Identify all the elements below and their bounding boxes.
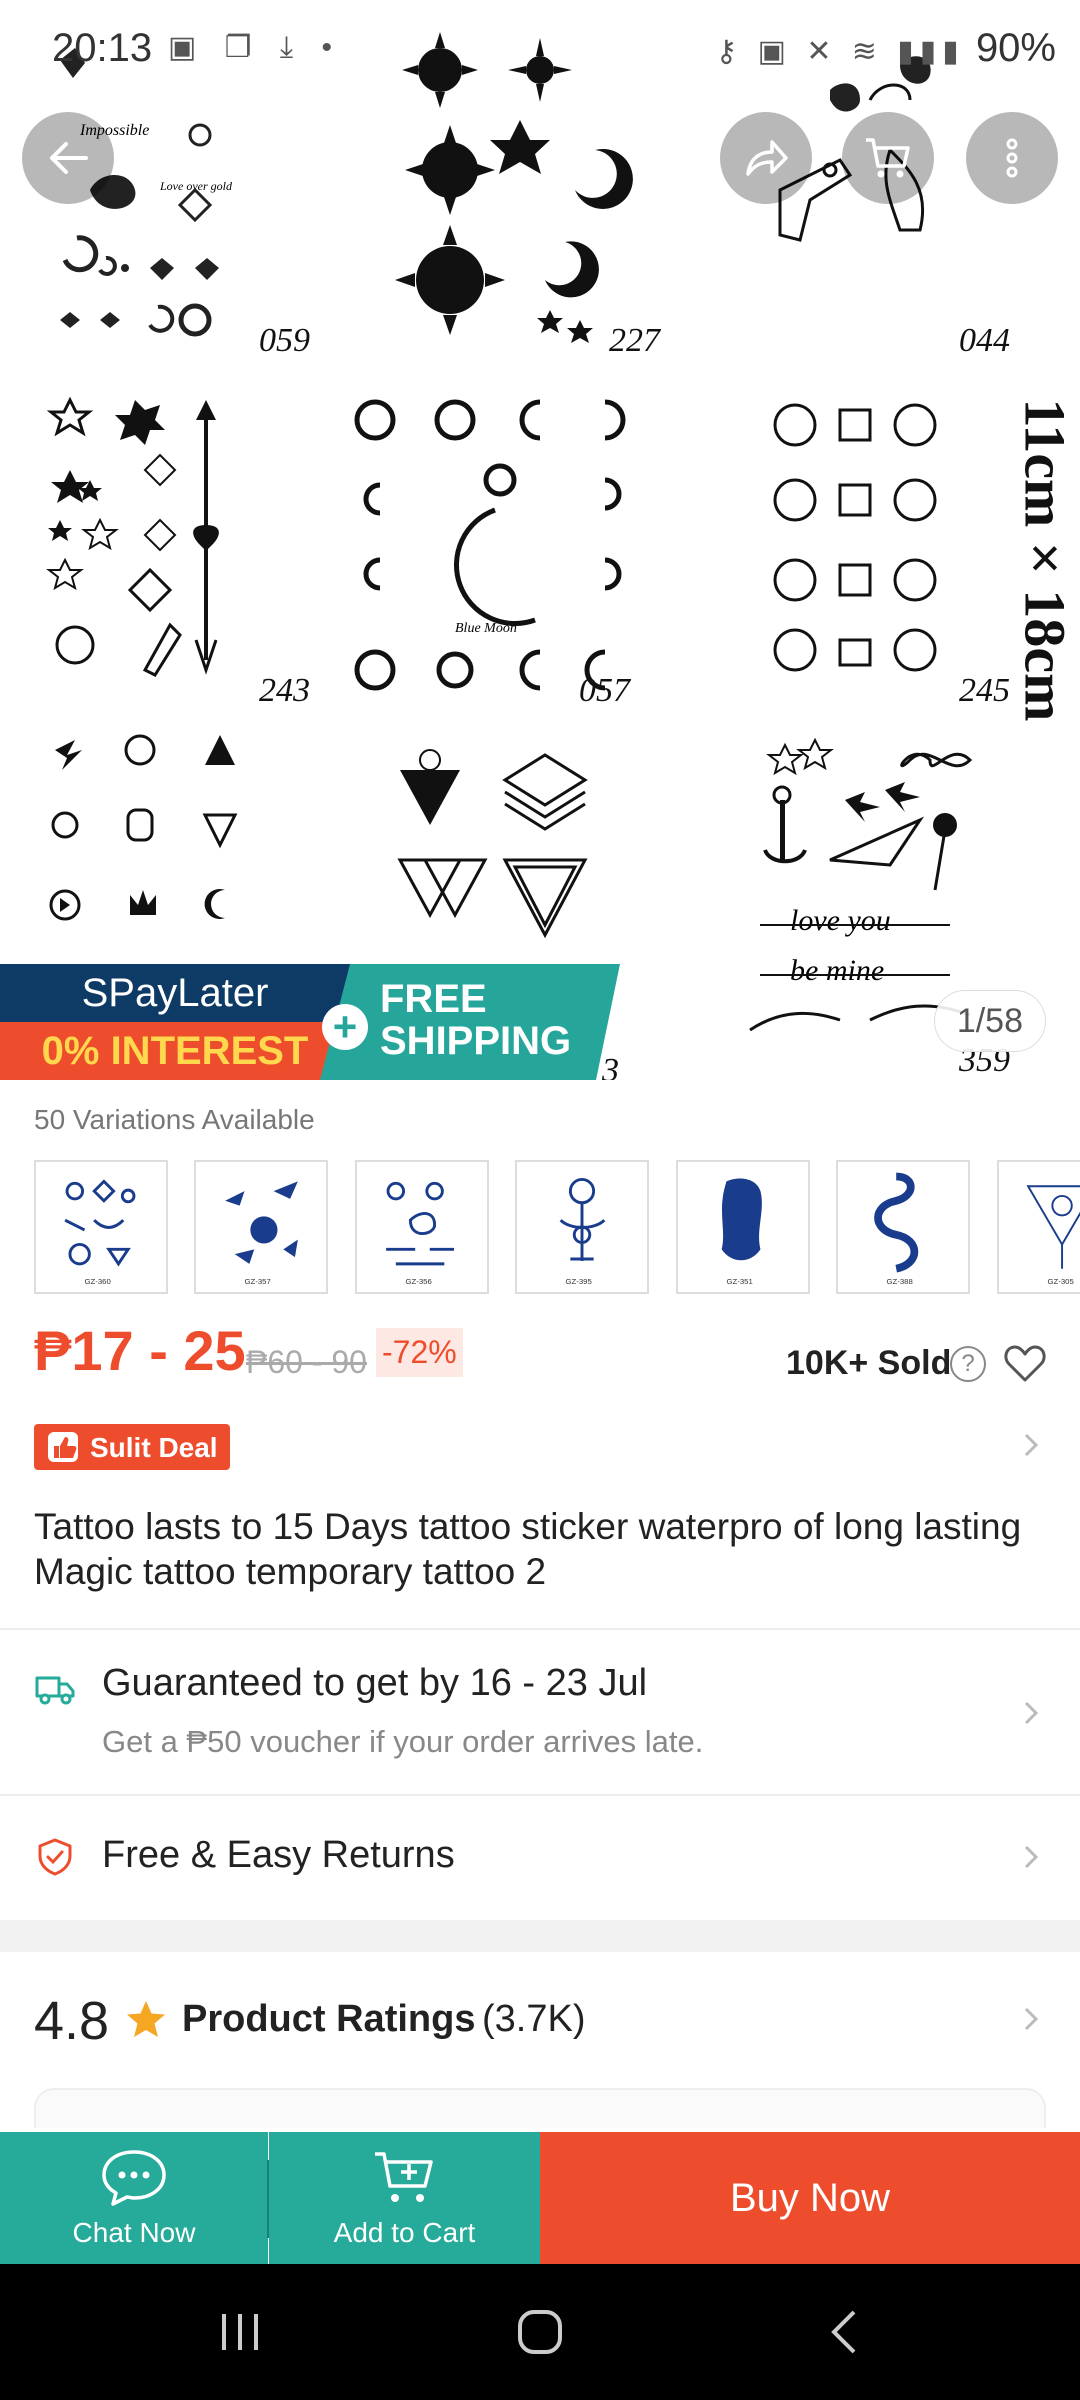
cart-icon xyxy=(866,138,910,178)
variation-code: GZ-388 xyxy=(887,1277,913,1286)
variation-code: GZ-305 xyxy=(1047,1277,1073,1286)
system-icons: ⚷ ▣ ✕ ≋ ▮▮▮ xyxy=(715,35,965,68)
divider xyxy=(0,1794,1080,1796)
ratings-count: (3.7K) xyxy=(482,1998,586,2040)
variation-thumbnails: GZ-360 GZ-357 GZ-356 GZ-395 GZ-351 GZ-38… xyxy=(34,1160,1080,1294)
thumbs-up-icon xyxy=(48,1432,78,1462)
variation-thumbnail[interactable]: GZ-388 xyxy=(836,1160,971,1294)
variation-thumbnail[interactable]: GZ-357 xyxy=(194,1160,329,1294)
promo-banner: SPayLater 0% INTEREST FREE SHIPPING + xyxy=(0,964,620,1080)
deal-chevron[interactable] xyxy=(1016,1430,1046,1460)
cart-button[interactable] xyxy=(842,112,934,204)
chevron-right-icon xyxy=(1024,1845,1039,1869)
help-icon[interactable]: ? xyxy=(950,1346,986,1382)
variation-code: GZ-395 xyxy=(566,1277,592,1286)
system-back-button[interactable] xyxy=(814,2300,878,2364)
add-to-cart-button[interactable]: Add to Cart xyxy=(269,2132,540,2264)
home-icon xyxy=(518,2310,562,2354)
chat-now-button[interactable]: Chat Now xyxy=(0,2132,268,2264)
delivery-guarantee[interactable]: Guaranteed to get by 16 - 23 Jul xyxy=(102,1662,647,1705)
variation-code: GZ-356 xyxy=(405,1277,431,1286)
deal-label: Sulit Deal xyxy=(90,1432,218,1463)
bottom-action-bar: Chat Now Add to Cart Buy Now xyxy=(0,2132,1080,2264)
late-voucher-note: Get a ₱50 voucher if your order arrives … xyxy=(102,1724,704,1759)
free-returns[interactable]: Free & Easy Returns xyxy=(102,1834,455,1877)
returns-chevron[interactable] xyxy=(1016,1842,1046,1872)
design-number: 057 xyxy=(579,672,630,709)
star-icon xyxy=(124,1998,168,2042)
variation-code: GZ-360 xyxy=(85,1277,111,1286)
ratings-chevron[interactable] xyxy=(1016,2004,1046,2034)
design-number: 227 xyxy=(609,322,660,359)
variation-thumbnail[interactable]: GZ-395 xyxy=(515,1160,650,1294)
recent-apps-button[interactable] xyxy=(208,2300,272,2364)
chevron-right-icon xyxy=(1024,1433,1039,1457)
notification-icons: ▣ ❐ ⤓ • xyxy=(168,31,343,64)
design-number: 059 xyxy=(259,322,310,359)
design-number: 243 xyxy=(259,672,310,709)
sold-count: 10K+ Sold xyxy=(786,1344,952,1382)
tattoo-design-057: Blue Moon 057 xyxy=(340,370,680,710)
back-button[interactable] xyxy=(22,112,114,204)
chevron-right-icon xyxy=(1024,2007,1039,2031)
tattoo-design-243: 243 xyxy=(20,370,360,710)
variation-thumbnail[interactable]: GZ-356 xyxy=(354,1160,489,1294)
heart-icon xyxy=(1004,1345,1046,1382)
svg-text:love you: love you xyxy=(790,904,891,937)
add-to-cart-label: Add to Cart xyxy=(333,2217,476,2248)
rating-score: 4.8 xyxy=(34,1991,110,2051)
image-page-indicator: 1/58 xyxy=(933,990,1046,1052)
interest-label: 0% INTEREST xyxy=(0,1022,350,1080)
recent-apps-icon xyxy=(222,2314,258,2350)
paylater-label: SPayLater xyxy=(0,964,350,1022)
original-price: ₱60 - 90 xyxy=(246,1344,367,1380)
svg-text:Blue Moon: Blue Moon xyxy=(455,621,517,636)
chat-now-label: Chat Now xyxy=(72,2217,196,2248)
home-button[interactable] xyxy=(508,2300,572,2364)
section-separator xyxy=(0,1920,1080,1952)
variation-thumbnail[interactable]: GZ-351 xyxy=(675,1160,810,1294)
svg-text:be mine: be mine xyxy=(790,954,884,987)
battery-percent: 90% xyxy=(975,26,1056,70)
share-icon xyxy=(746,140,788,176)
status-bar: 20:13 ▣ ❐ ⤓ • ⚷ ▣ ✕ ≋ ▮▮▮ 90% xyxy=(0,0,1080,100)
variations-label: 50 Variations Available xyxy=(34,1104,315,1135)
size-label: 11cm × 18cm xyxy=(1012,398,1078,722)
shield-check-icon xyxy=(34,1836,76,1878)
arrow-left-icon xyxy=(50,142,88,174)
ratings-label[interactable]: Product Ratings xyxy=(182,1998,475,2041)
system-navigation-bar xyxy=(0,2264,1080,2400)
shipping-chevron[interactable] xyxy=(1016,1698,1046,1728)
favorite-button[interactable] xyxy=(1002,1340,1048,1386)
variation-thumbnail[interactable]: GZ-360 xyxy=(34,1160,168,1294)
price: ₱17 - 25 xyxy=(34,1319,246,1382)
discount-badge: -72% xyxy=(376,1328,463,1377)
battery-level: ⚷ ▣ ✕ ≋ ▮▮▮ 90% xyxy=(715,26,1056,71)
variation-code: GZ-351 xyxy=(726,1277,752,1286)
divider xyxy=(0,1628,1080,1630)
chat-icon xyxy=(102,2150,166,2206)
more-vertical-icon xyxy=(1006,138,1018,178)
buy-now-button[interactable]: Buy Now xyxy=(540,2132,1080,2264)
status-time: 20:13 xyxy=(52,26,153,70)
chevron-right-icon xyxy=(1024,1701,1039,1725)
sulit-deal-badge[interactable]: Sulit Deal xyxy=(34,1424,230,1470)
design-number: 044 xyxy=(959,322,1010,359)
product-title: Tattoo lasts to 15 Days tattoo sticker w… xyxy=(34,1506,1022,1592)
add-to-cart-icon xyxy=(374,2152,433,2202)
variation-code: GZ-357 xyxy=(245,1277,271,1286)
review-card-peek xyxy=(34,2088,1046,2128)
variation-thumbnail[interactable]: GZ-305 xyxy=(996,1160,1080,1294)
more-options-button[interactable] xyxy=(966,112,1058,204)
plus-icon: + xyxy=(322,1004,368,1050)
back-chevron-icon xyxy=(831,2310,856,2354)
shipping-truck-icon xyxy=(34,1668,76,1710)
share-button[interactable] xyxy=(720,112,812,204)
